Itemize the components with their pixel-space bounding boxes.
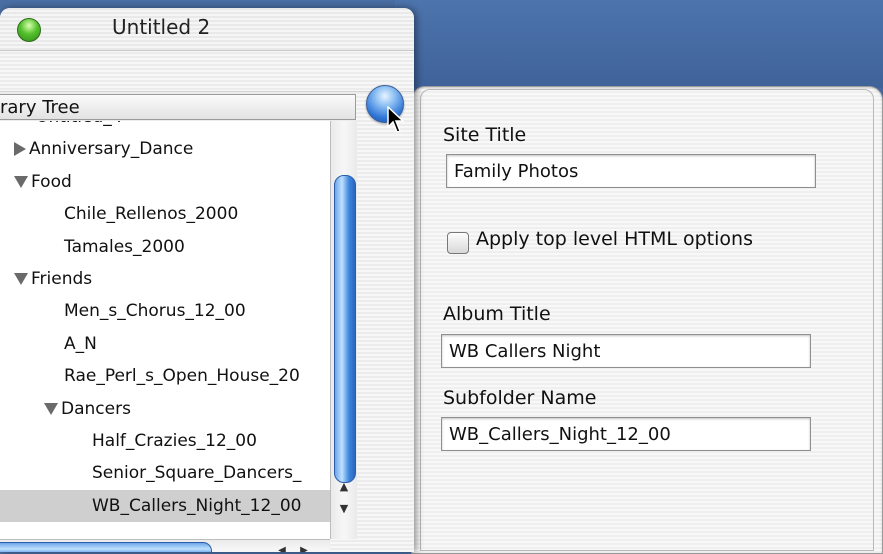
tree-row-label: Men_s_Chorus_12_00 xyxy=(64,301,246,322)
library-tree-list[interactable]: Untitled_4 Anniversary_Dance Food Chile_Rel… xyxy=(0,121,331,539)
vertical-scrollbar[interactable]: ▲ ▼ xyxy=(330,121,357,539)
apply-top-level-options-checkbox[interactable] xyxy=(447,232,469,254)
arrow-cursor-icon xyxy=(387,106,405,133)
apply-top-level-options-label: Apply top level HTML options xyxy=(476,228,753,250)
window-toolbar xyxy=(0,51,414,92)
tree-row-label: Food xyxy=(31,171,72,192)
tree-column-header-label: rary Tree xyxy=(0,97,80,118)
site-title-label: Site Title xyxy=(443,124,527,146)
vertical-scroll-thumb[interactable] xyxy=(334,175,356,483)
album-title-field[interactable]: WB Callers Night xyxy=(441,334,811,368)
tree-row-label: Friends xyxy=(31,269,93,289)
tree-row[interactable]: A_N xyxy=(0,328,330,360)
disclosure-triangle-down-icon[interactable] xyxy=(14,175,28,188)
settings-inner-box: Site Title Family Photos Apply top level… xyxy=(420,89,874,551)
tree-row-label: Chile_Rellenos_2000 xyxy=(64,204,239,225)
settings-pane: Site Title Family Photos Apply top level… xyxy=(411,86,883,554)
green-zoom-icon[interactable] xyxy=(17,18,41,42)
tree-row-label: WB_Callers_Night_12_00 xyxy=(92,495,302,516)
background-window-toolbar xyxy=(395,0,883,88)
scroll-left-arrow-icon[interactable]: ◀ xyxy=(272,542,292,552)
subfolder-name-field[interactable]: WB_Callers_Night_12_00 xyxy=(441,417,811,451)
tree-row[interactable]: Senior_Square_Dancers_ xyxy=(0,457,330,489)
tree-row[interactable]: Half_Crazies_12_00 xyxy=(0,425,330,457)
tree-row-label: Senior_Square_Dancers_ xyxy=(92,463,302,484)
tree-row-label: A_N xyxy=(64,333,97,354)
disclosure-triangle-down-icon[interactable] xyxy=(44,402,58,415)
tree-row-label: Dancers xyxy=(61,398,131,419)
tree-row-label: Untitled_4 xyxy=(36,121,123,127)
scroll-right-arrow-icon[interactable]: ▶ xyxy=(294,542,314,552)
scroll-down-arrow-icon[interactable]: ▼ xyxy=(331,499,357,519)
disclosure-triangle-right-icon[interactable] xyxy=(14,142,26,157)
window-titlebar[interactable]: Untitled 2 xyxy=(0,8,414,51)
tree-row-label: Tamales_2000 xyxy=(64,236,185,257)
tree-row-label: Anniversary_Dance xyxy=(29,139,194,160)
disclosure-triangle-down-icon[interactable] xyxy=(14,273,28,285)
tree-row[interactable]: Chile_Rellenos_2000 xyxy=(0,198,330,230)
subfolder-name-label: Subfolder Name xyxy=(443,387,597,409)
tree-row-label: Half_Crazies_12_00 xyxy=(92,431,257,451)
tree-row[interactable]: Men_s_Chorus_12_00 xyxy=(0,295,330,327)
tree-row[interactable]: Anniversary_Dance xyxy=(0,133,330,165)
horizontal-scrollbar[interactable]: ◀ ▶ xyxy=(0,539,330,552)
site-title-field[interactable]: Family Photos xyxy=(446,154,816,188)
tree-row-label: Rae_Perl_s_Open_House_20 xyxy=(64,366,300,387)
library-window: Untitled 2 rary Tree Untitled_4 Anniversa… xyxy=(0,8,414,552)
tree-row[interactable]: Tamales_2000 xyxy=(0,231,330,263)
tree-row[interactable]: Food xyxy=(0,166,330,198)
scroll-up-arrow-icon[interactable]: ▲ xyxy=(331,477,357,497)
tree-row[interactable]: Rae_Perl_s_Open_House_20 xyxy=(0,360,330,392)
background-window: Site Title Family Photos Apply top level… xyxy=(395,0,883,554)
horizontal-scroll-thumb[interactable] xyxy=(0,542,212,552)
album-title-label: Album Title xyxy=(443,303,551,325)
tree-row[interactable]: Friends xyxy=(0,263,330,295)
tree-row[interactable]: Dancers xyxy=(0,393,330,425)
tree-row[interactable]: Untitled_4 xyxy=(0,121,330,133)
window-title: Untitled 2 xyxy=(112,15,211,39)
tree-row[interactable]: WB_Callers_Night_12_00 xyxy=(0,489,330,522)
tree-column-header[interactable]: rary Tree xyxy=(0,94,356,120)
